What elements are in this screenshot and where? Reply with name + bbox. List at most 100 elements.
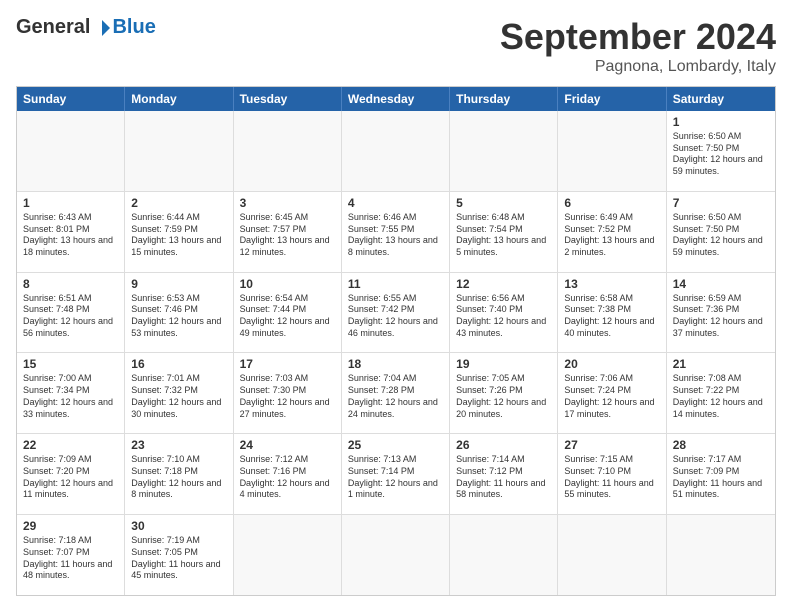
- cell-text-14: Sunrise: 6:59 AMSunset: 7:36 PMDaylight:…: [673, 293, 769, 340]
- cal-cell-25: 25 Sunrise: 7:13 AMSunset: 7:14 PMDayligh…: [342, 434, 450, 514]
- cell-text-27: Sunrise: 7:15 AMSunset: 7:10 PMDaylight:…: [564, 454, 659, 501]
- day-num-26: 26: [456, 438, 551, 452]
- day-num-24: 24: [240, 438, 335, 452]
- cell-text-6: Sunrise: 6:49 AMSunset: 7:52 PMDaylight:…: [564, 212, 659, 259]
- day-num-6: 6: [564, 196, 659, 210]
- cell-text: Sunrise: 6:50 AMSunset: 7:50 PMDaylight:…: [673, 131, 769, 178]
- cal-cell-17: 17Sunrise: 7:03 AMSunset: 7:30 PMDayligh…: [234, 353, 342, 433]
- day-num-27: 27: [564, 438, 659, 452]
- cal-cell-23: 23Sunrise: 7:10 AMSunset: 7:18 PMDayligh…: [125, 434, 233, 514]
- cal-cell-7: 7Sunrise: 6:50 AMSunset: 7:50 PMDaylight…: [667, 192, 775, 272]
- day-num-2: 2: [131, 196, 226, 210]
- day-num-21: 21: [673, 357, 769, 371]
- cell-text-18: Sunrise: 7:04 AMSunset: 7:28 PMDaylight:…: [348, 373, 443, 420]
- cell-text-25: Sunrise: 7:13 AMSunset: 7:14 PMDaylight:…: [348, 454, 443, 501]
- cell-text-7: Sunrise: 6:50 AMSunset: 7:50 PMDaylight:…: [673, 212, 769, 259]
- cal-cell-19: 19 Sunrise: 7:05 AMSunset: 7:26 PMDayligh…: [450, 353, 558, 433]
- day-num-4: 4: [348, 196, 443, 210]
- day-header-tuesday: Tuesday: [234, 87, 342, 111]
- calendar-row-4: 22Sunrise: 7:09 AMSunset: 7:20 PMDayligh…: [17, 433, 775, 514]
- cal-cell-20: 20 Sunrise: 7:06 AMSunset: 7:24 PMDayligh…: [558, 353, 666, 433]
- cell-text-11: Sunrise: 6:55 AMSunset: 7:42 PMDaylight:…: [348, 293, 443, 340]
- cal-cell-empty: [667, 515, 775, 595]
- cal-cell-16: 16Sunrise: 7:01 AMSunset: 7:32 PMDayligh…: [125, 353, 233, 433]
- day-num-25: 25: [348, 438, 443, 452]
- cell-text-5: Sunrise: 6:48 AMSunset: 7:54 PMDaylight:…: [456, 212, 551, 259]
- title-block: September 2024 Pagnona, Lombardy, Italy: [500, 16, 776, 76]
- logo-general: General: [16, 16, 90, 39]
- header: General Blue September 2024 Pagnona, Lom…: [16, 16, 776, 76]
- cal-cell-21: 21Sunrise: 7:08 AMSunset: 7:22 PMDayligh…: [667, 353, 775, 433]
- logo-blue: Blue: [112, 16, 155, 39]
- day-num-11: 11: [348, 277, 443, 291]
- day-num-13: 13: [564, 277, 659, 291]
- day-num-30: 30: [131, 519, 226, 533]
- location: Pagnona, Lombardy, Italy: [500, 58, 776, 76]
- cal-cell-empty: [450, 515, 558, 595]
- cal-cell-empty: [342, 515, 450, 595]
- cal-cell-8: 8 Sunrise: 6:51 AMSunset: 7:48 PMDaylight…: [17, 273, 125, 353]
- calendar-row-1: 1 Sunrise: 6:43 AMSunset: 8:01 PMDaylight…: [17, 191, 775, 272]
- cal-cell-28: 28 Sunrise: 7:17 AMSunset: 7:09 PMDayligh…: [667, 434, 775, 514]
- calendar-row-5: 29 Sunrise: 7:18 AMSunset: 7:07 PMDayligh…: [17, 514, 775, 595]
- logo-text: General Blue: [16, 16, 156, 39]
- day-num-28: 28: [673, 438, 769, 452]
- day-num-17: 17: [240, 357, 335, 371]
- cal-cell-2: 2Sunrise: 6:44 AMSunset: 7:59 PMDaylight…: [125, 192, 233, 272]
- day-header-wednesday: Wednesday: [342, 87, 450, 111]
- cell-text-20: Sunrise: 7:06 AMSunset: 7:24 PMDaylight:…: [564, 373, 659, 420]
- cal-cell-9: 9Sunrise: 6:53 AMSunset: 7:46 PMDaylight…: [125, 273, 233, 353]
- day-num-12: 12: [456, 277, 551, 291]
- logo: General Blue: [16, 16, 156, 39]
- cal-cell-13: 13 Sunrise: 6:58 AMSunset: 7:38 PMDayligh…: [558, 273, 666, 353]
- cell-text-12: Sunrise: 6:56 AMSunset: 7:40 PMDaylight:…: [456, 293, 551, 340]
- cal-cell-empty: [234, 515, 342, 595]
- day-num-9: 9: [131, 277, 226, 291]
- cal-cell-empty: [17, 111, 125, 191]
- cal-cell-3: 3Sunrise: 6:45 AMSunset: 7:57 PMDaylight…: [234, 192, 342, 272]
- day-num-10: 10: [240, 277, 335, 291]
- day-num-29: 29: [23, 519, 118, 533]
- cal-cell-15: 15 Sunrise: 7:00 AMSunset: 7:34 PMDayligh…: [17, 353, 125, 433]
- cal-cell-29: 29 Sunrise: 7:18 AMSunset: 7:07 PMDayligh…: [17, 515, 125, 595]
- day-num-5: 5: [456, 196, 551, 210]
- cell-text-24: Sunrise: 7:12 AMSunset: 7:16 PMDaylight:…: [240, 454, 335, 501]
- day-num-20: 20: [564, 357, 659, 371]
- cell-text-8: Sunrise: 6:51 AMSunset: 7:48 PMDaylight:…: [23, 293, 118, 340]
- day-num: 1: [673, 115, 769, 129]
- cell-text-1: Sunrise: 6:43 AMSunset: 8:01 PMDaylight:…: [23, 212, 118, 259]
- cal-cell-11: 11 Sunrise: 6:55 AMSunset: 7:42 PMDayligh…: [342, 273, 450, 353]
- cal-cell-14: 14Sunrise: 6:59 AMSunset: 7:36 PMDayligh…: [667, 273, 775, 353]
- cal-cell-empty: [558, 515, 666, 595]
- cell-text-3: Sunrise: 6:45 AMSunset: 7:57 PMDaylight:…: [240, 212, 335, 259]
- cal-cell-24: 24 Sunrise: 7:12 AMSunset: 7:16 PMDayligh…: [234, 434, 342, 514]
- logo-flag-icon: [92, 18, 112, 38]
- calendar: SundayMondayTuesdayWednesdayThursdayFrid…: [16, 86, 776, 596]
- day-num-19: 19: [456, 357, 551, 371]
- cell-text-22: Sunrise: 7:09 AMSunset: 7:20 PMDaylight:…: [23, 454, 118, 501]
- cell-text-13: Sunrise: 6:58 AMSunset: 7:38 PMDaylight:…: [564, 293, 659, 340]
- day-num-1: 1: [23, 196, 118, 210]
- cell-text-4: Sunrise: 6:46 AMSunset: 7:55 PMDaylight:…: [348, 212, 443, 259]
- day-num-8: 8: [23, 277, 118, 291]
- day-header-friday: Friday: [558, 87, 666, 111]
- cell-text-15: Sunrise: 7:00 AMSunset: 7:34 PMDaylight:…: [23, 373, 118, 420]
- cal-cell-1: 1 Sunrise: 6:50 AMSunset: 7:50 PMDaylight…: [667, 111, 775, 191]
- cell-text-29: Sunrise: 7:18 AMSunset: 7:07 PMDaylight:…: [23, 535, 118, 582]
- day-num-15: 15: [23, 357, 118, 371]
- cal-cell-27: 27 Sunrise: 7:15 AMSunset: 7:10 PMDayligh…: [558, 434, 666, 514]
- cal-cell-30: 30 Sunrise: 7:19 AMSunset: 7:05 PMDayligh…: [125, 515, 233, 595]
- cell-text-19: Sunrise: 7:05 AMSunset: 7:26 PMDaylight:…: [456, 373, 551, 420]
- cal-cell-10: 10Sunrise: 6:54 AMSunset: 7:44 PMDayligh…: [234, 273, 342, 353]
- cal-cell-1: 1 Sunrise: 6:43 AMSunset: 8:01 PMDaylight…: [17, 192, 125, 272]
- day-num-18: 18: [348, 357, 443, 371]
- day-num-23: 23: [131, 438, 226, 452]
- cell-text-16: Sunrise: 7:01 AMSunset: 7:32 PMDaylight:…: [131, 373, 226, 420]
- month-title: September 2024: [500, 16, 776, 58]
- cell-text-30: Sunrise: 7:19 AMSunset: 7:05 PMDaylight:…: [131, 535, 226, 582]
- cell-text-28: Sunrise: 7:17 AMSunset: 7:09 PMDaylight:…: [673, 454, 769, 501]
- cal-cell-12: 12 Sunrise: 6:56 AMSunset: 7:40 PMDayligh…: [450, 273, 558, 353]
- cal-cell-6: 6 Sunrise: 6:49 AMSunset: 7:52 PMDaylight…: [558, 192, 666, 272]
- cal-cell-empty: [125, 111, 233, 191]
- calendar-header: SundayMondayTuesdayWednesdayThursdayFrid…: [17, 87, 775, 111]
